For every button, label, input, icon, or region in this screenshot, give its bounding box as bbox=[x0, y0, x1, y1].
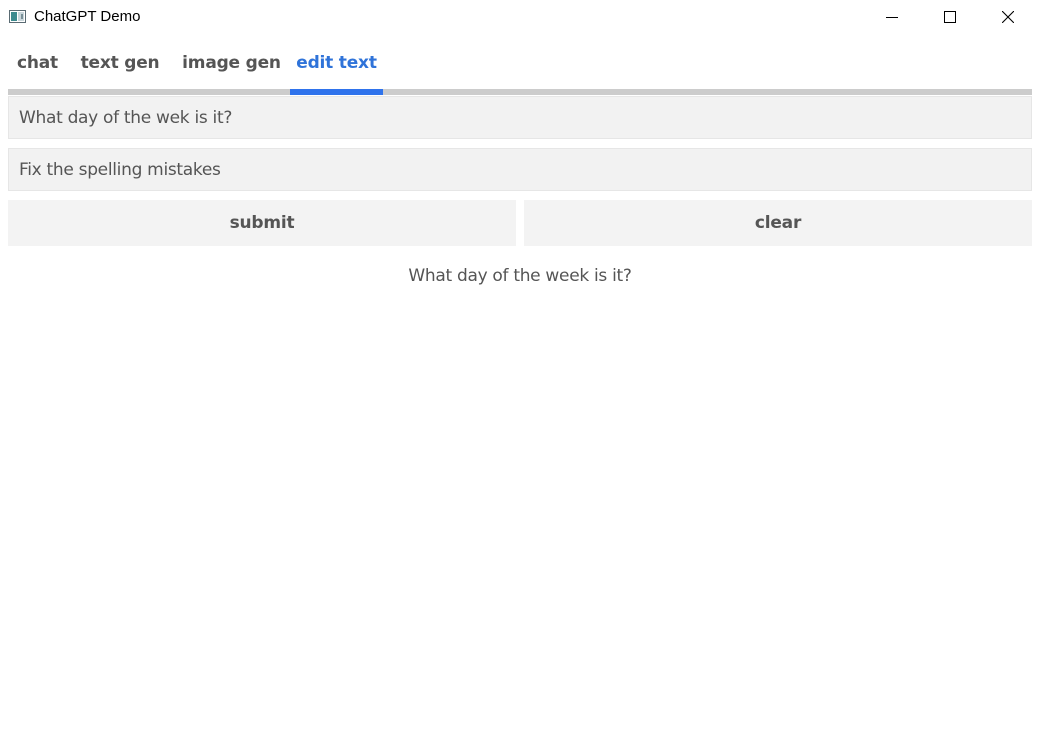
output-text: What day of the week is it? bbox=[408, 266, 632, 286]
input-text-field[interactable] bbox=[8, 96, 1032, 139]
maximize-icon bbox=[944, 11, 956, 23]
app-window: ChatGPT Demo chat text gen image gen edi… bbox=[0, 0, 1037, 732]
tab-image-gen[interactable]: image gen bbox=[173, 41, 290, 85]
tab-track bbox=[8, 89, 1032, 95]
close-button[interactable] bbox=[979, 0, 1037, 34]
app-window-icon bbox=[9, 10, 26, 23]
maximize-button[interactable] bbox=[921, 0, 979, 34]
submit-button[interactable]: submit bbox=[8, 200, 516, 246]
active-tab-indicator bbox=[290, 89, 383, 95]
instruction-field[interactable] bbox=[8, 148, 1032, 191]
tab-text-gen[interactable]: text gen bbox=[67, 41, 173, 85]
close-icon bbox=[1002, 11, 1014, 23]
tab-chat[interactable]: chat bbox=[8, 41, 67, 85]
clear-button[interactable]: clear bbox=[524, 200, 1032, 246]
title-bar: ChatGPT Demo bbox=[0, 0, 1037, 34]
tab-bar: chat text gen image gen edit text bbox=[8, 45, 383, 89]
minimize-icon bbox=[886, 17, 898, 18]
minimize-button[interactable] bbox=[863, 0, 921, 34]
window-title: ChatGPT Demo bbox=[34, 8, 141, 25]
tab-edit-text[interactable]: edit text bbox=[290, 41, 383, 85]
